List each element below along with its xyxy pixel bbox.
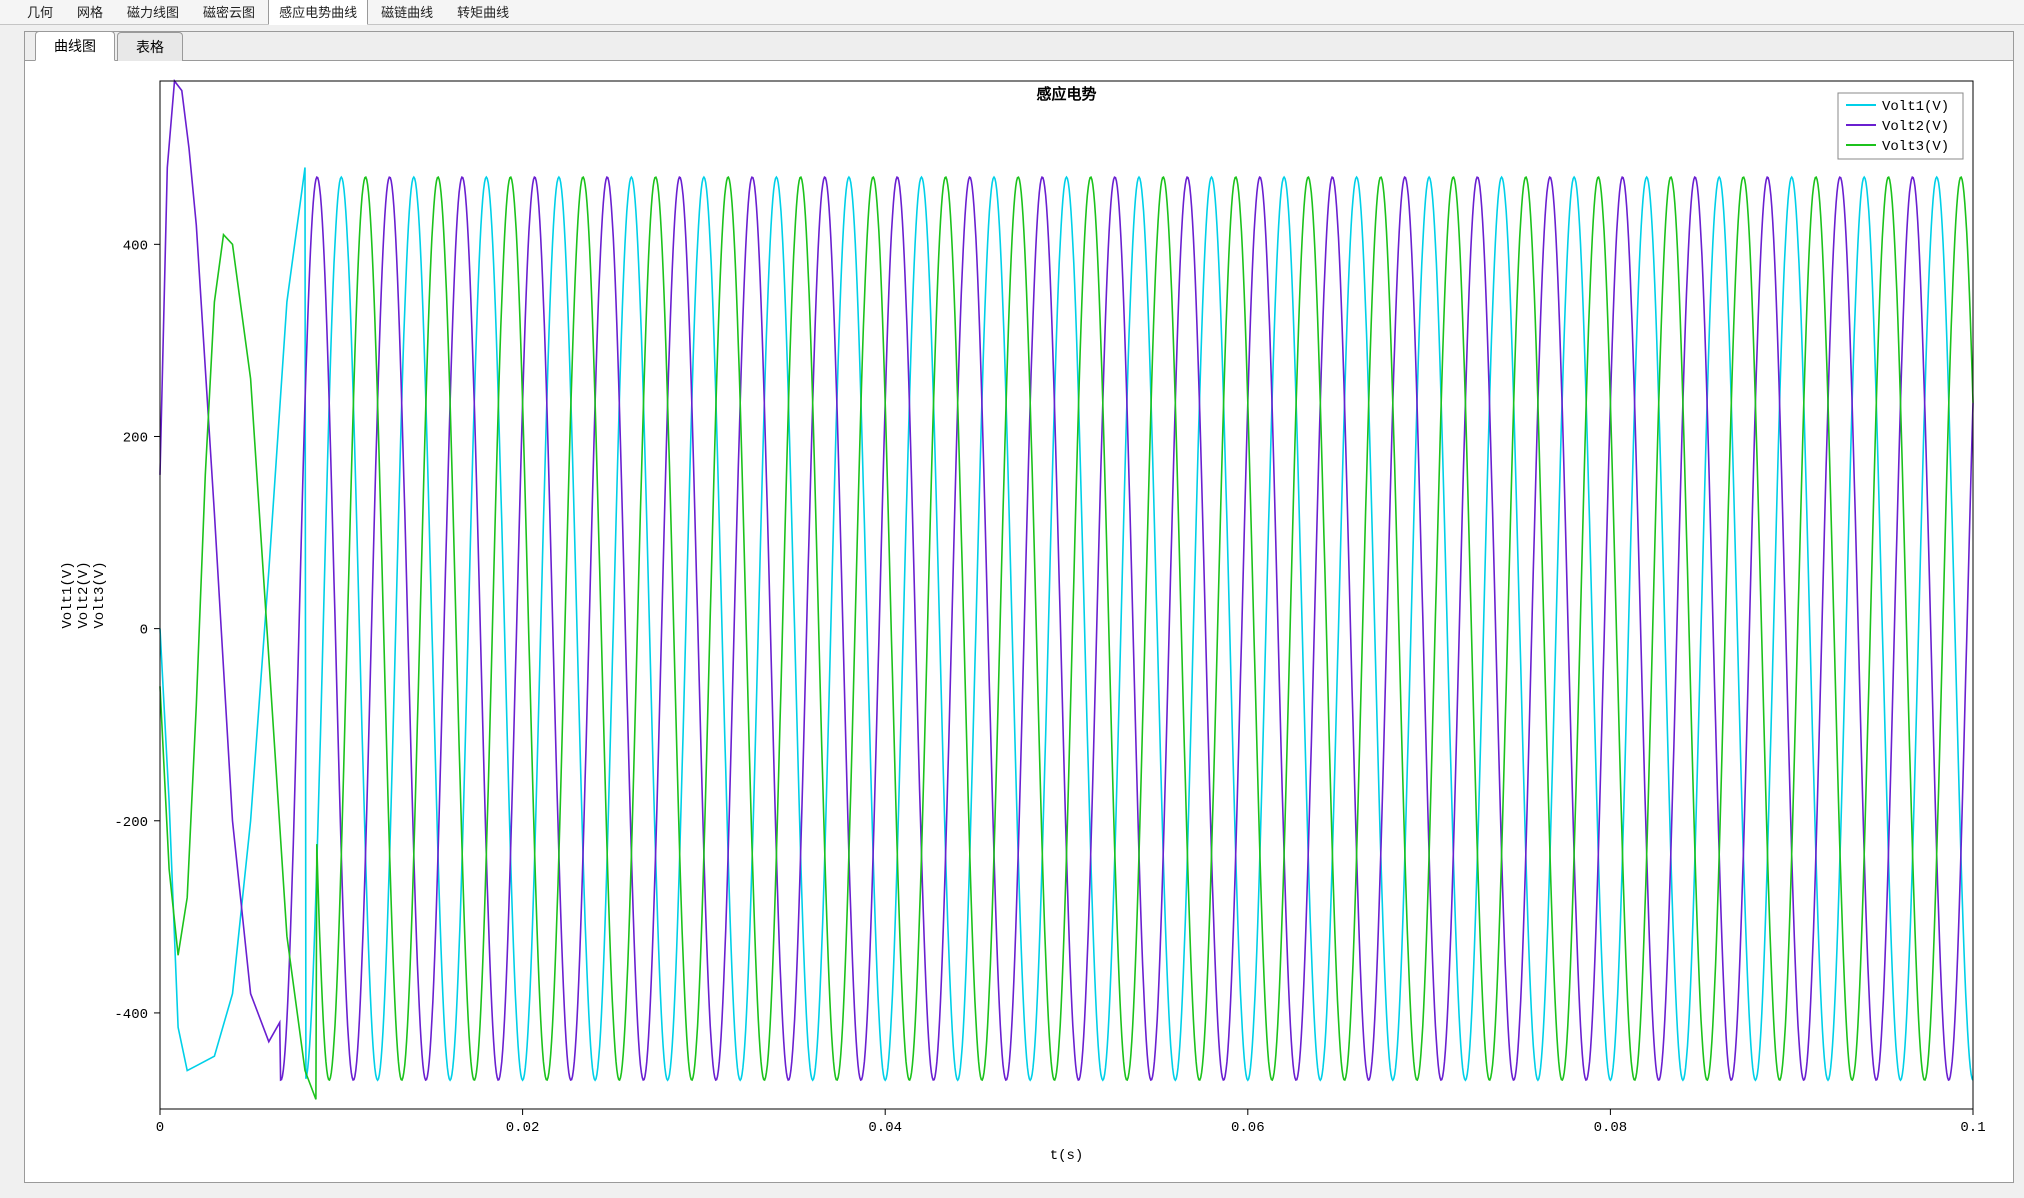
top-tab-6[interactable]: 转矩曲线 xyxy=(446,0,520,24)
svg-text:0.04: 0.04 xyxy=(868,1120,902,1136)
sub-tab-bar: 曲线图表格 xyxy=(25,32,2013,61)
top-tab-4[interactable]: 感应电势曲线 xyxy=(268,0,368,25)
chart-area[interactable]: 0 0.02 0.04 0.06 0.08 0.1 -400 -200 0 200 400 感应电势 t… xyxy=(25,61,2013,1182)
y-axis-label-1: Volt2(V) xyxy=(76,561,92,628)
svg-text:0: 0 xyxy=(156,1120,164,1136)
top-tab-0[interactable]: 几何 xyxy=(16,0,64,24)
top-tab-2[interactable]: 磁力线图 xyxy=(116,0,190,24)
svg-text:Volt3(V): Volt3(V) xyxy=(1882,139,1949,155)
svg-text:0.06: 0.06 xyxy=(1231,1120,1265,1136)
svg-text:0.08: 0.08 xyxy=(1594,1120,1628,1136)
svg-text:Volt2(V): Volt2(V) xyxy=(1882,119,1949,135)
y-axis-label-0: Volt1(V) xyxy=(60,561,76,628)
chart-title: 感应电势 xyxy=(1036,85,1096,103)
main-panel: 曲线图表格 0 0.02 0.04 0.06 0.08 0.1 -400 -200 0 200 40… xyxy=(24,31,2014,1183)
legend: Volt1(V) Volt2(V) Volt3(V) xyxy=(1838,93,1963,159)
svg-text:400: 400 xyxy=(123,238,148,254)
y-axis-label-2: Volt3(V) xyxy=(92,561,108,628)
emf-chart[interactable]: 0 0.02 0.04 0.06 0.08 0.1 -400 -200 0 200 400 感应电势 t… xyxy=(25,61,2003,1171)
svg-text:0: 0 xyxy=(140,623,148,639)
svg-text:0.02: 0.02 xyxy=(506,1120,540,1136)
sub-tab-0[interactable]: 曲线图 xyxy=(35,31,115,61)
x-axis-label: t(s) xyxy=(1050,1148,1084,1164)
sub-tab-1[interactable]: 表格 xyxy=(117,32,183,61)
svg-text:-400: -400 xyxy=(114,1007,148,1023)
top-tab-5[interactable]: 磁链曲线 xyxy=(370,0,444,24)
top-tab-1[interactable]: 网格 xyxy=(66,0,114,24)
svg-text:-200: -200 xyxy=(114,815,148,831)
svg-text:Volt1(V): Volt1(V) xyxy=(1882,99,1949,115)
svg-text:200: 200 xyxy=(123,430,148,446)
svg-text:0.1: 0.1 xyxy=(1960,1120,1985,1136)
top-tab-bar: 几何网格磁力线图磁密云图感应电势曲线磁链曲线转矩曲线 xyxy=(0,0,2024,25)
top-tab-3[interactable]: 磁密云图 xyxy=(192,0,266,24)
